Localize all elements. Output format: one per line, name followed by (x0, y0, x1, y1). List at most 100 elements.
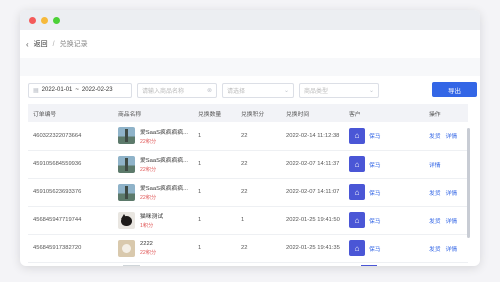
date-start: 2022-01-01 (41, 87, 73, 93)
product-type-placeholder: 商品类型 (304, 88, 329, 95)
col-customer[interactable]: 客户 (344, 104, 424, 122)
order-number: 460322322073664 (28, 122, 113, 151)
date-end: 2022-02-23 (81, 87, 113, 93)
product-cell: 爱SaaS疯疯疯疯... 22积分 (118, 155, 193, 173)
chevron-down-icon: ⌄ (368, 87, 374, 94)
details-button[interactable]: 详情 (429, 163, 441, 169)
exchange-records-table: 订单编号 商品名称 兑换数量 兑换积分 兑换时间 客户 操作 460322322… (28, 104, 468, 263)
zoom-dot[interactable] (53, 16, 60, 24)
product-name: 2222 (140, 240, 153, 247)
points: 22 (236, 150, 281, 179)
export-button[interactable]: 导出 (432, 82, 477, 97)
chevron-left-icon[interactable]: ‹ (26, 40, 29, 49)
customer-cell[interactable]: ⌂ 保马 (349, 212, 424, 228)
customer-name[interactable]: 保马 (369, 160, 381, 169)
product-cell: 爱SaaS疯疯疯疯... 22积分 (118, 183, 193, 201)
exchange-time: 2022-01-25 19:41:50 (281, 206, 344, 235)
window-titlebar (20, 10, 480, 30)
product-points: 22积分 (140, 249, 157, 256)
product-thumbnail (118, 211, 135, 229)
ship-button[interactable]: 发货 (429, 191, 441, 197)
product-name: 爱SaaS疯疯疯疯... (140, 129, 188, 136)
exchange-time: 2022-02-07 14:11:07 (281, 178, 344, 207)
quantity: 1 (193, 122, 236, 151)
col-time[interactable]: 兑换时间 (281, 104, 344, 122)
shopping-bag-icon: ⌂ (349, 212, 365, 228)
ship-button[interactable]: 发货 (429, 247, 441, 253)
shopping-bag-icon (361, 264, 377, 266)
back-link[interactable]: 返回 (34, 39, 48, 49)
shopping-bag-icon: ⌂ (349, 184, 365, 200)
date-separator: ~ (75, 87, 79, 93)
product-points: 1积分 (140, 223, 154, 229)
quantity: 1 (193, 150, 236, 179)
points: 22 (236, 178, 281, 207)
table-row: 456845917382720 2222 22积分 1 22 2022-01-2… (28, 234, 468, 263)
close-dot[interactable] (29, 16, 36, 24)
details-button[interactable]: 详情 (446, 134, 458, 140)
table-scrollbar[interactable] (467, 128, 470, 238)
details-button[interactable]: 详情 (446, 191, 458, 197)
chevron-down-icon: ⌄ (283, 87, 289, 94)
col-points[interactable]: 兑换积分 (236, 104, 281, 122)
product-name-input[interactable]: 请输入商品名称 ⊗ (137, 82, 217, 98)
col-order-number[interactable]: 订单编号 (28, 104, 113, 122)
product-points: 22积分 (140, 195, 157, 201)
partial-row (28, 263, 468, 266)
date-range-picker[interactable]: ▦ 2022-01-01 ~ 2022-02-23 (28, 82, 132, 98)
calendar-icon: ▦ (33, 87, 39, 94)
order-number: 459105684559936 (28, 150, 113, 179)
product-name-placeholder: 请输入商品名称 (142, 88, 185, 95)
col-quantity[interactable]: 兑换数量 (193, 104, 236, 122)
breadcrumb: ‹ 返回 / 兑换记录 (20, 30, 480, 58)
product-name: 猫咪测试 (140, 214, 164, 220)
shopping-bag-icon: ⌂ (349, 156, 365, 172)
product-type-select[interactable]: 商品类型 ⌄ (299, 82, 379, 98)
product-thumbnail (118, 155, 135, 173)
customer-name[interactable]: 保马 (369, 131, 381, 140)
product-name: 爱SaaS疯疯疯疯... (140, 186, 188, 192)
details-button[interactable]: 详情 (446, 219, 458, 225)
col-actions[interactable]: 操作 (424, 104, 468, 122)
product-name: 爱SaaS疯疯疯疯... (140, 158, 188, 164)
customer-name[interactable]: 保马 (369, 188, 381, 197)
filter-bar: ▦ 2022-01-01 ~ 2022-02-23 请输入商品名称 ⊗ 请选择 … (20, 76, 480, 104)
customer-cell[interactable]: ⌂ 保马 (349, 184, 424, 200)
exchange-time: 2022-02-07 14:11:37 (281, 150, 344, 179)
quantity: 1 (193, 234, 236, 263)
shopping-bag-icon: ⌂ (349, 127, 365, 144)
customer-name[interactable]: 保马 (369, 216, 381, 225)
ship-button[interactable]: 发货 (429, 219, 441, 225)
product-thumbnail (123, 264, 140, 266)
section-divider (20, 58, 480, 76)
channel-placeholder: 请选择 (227, 88, 246, 95)
shopping-bag-icon: ⌂ (349, 240, 365, 256)
customer-cell[interactable]: ⌂ 保马 (349, 156, 424, 172)
channel-select[interactable]: 请选择 ⌄ (222, 82, 294, 98)
customer-cell[interactable]: ⌂ 保马 (349, 127, 424, 144)
points: 1 (236, 206, 281, 235)
ship-button[interactable]: 发货 (429, 134, 441, 140)
customer-name[interactable]: 保马 (369, 244, 381, 253)
col-product-name[interactable]: 商品名称 (113, 104, 193, 122)
table-row: 456845947719744 猫咪测试 1积分 1 1 2022-01-25 … (28, 206, 468, 235)
order-number: 456845947719744 (28, 206, 113, 235)
details-button[interactable]: 详情 (446, 247, 458, 253)
product-thumbnail (118, 127, 135, 145)
product-points: 22积分 (140, 167, 157, 173)
exchange-time: 2022-01-25 19:41:35 (281, 234, 344, 263)
product-cell: 2222 22积分 (118, 239, 193, 257)
points: 22 (236, 122, 281, 151)
exchange-time: 2022-02-14 11:12:38 (281, 122, 344, 151)
order-number: 456845917382720 (28, 234, 113, 263)
product-cell: 猫咪测试 1积分 (118, 211, 193, 229)
quantity: 1 (193, 178, 236, 207)
product-thumbnail (118, 183, 135, 201)
table-row: 460322322073664 爱SaaS疯疯疯疯... 22积分 1 22 2… (28, 122, 468, 151)
table-row: 459105684559936 爱SaaS疯疯疯疯... 22积分 1 22 2… (28, 150, 468, 179)
order-number: 459105623693376 (28, 178, 113, 207)
page-title: 兑换记录 (59, 41, 88, 48)
table-header-row: 订单编号 商品名称 兑换数量 兑换积分 兑换时间 客户 操作 (28, 104, 468, 122)
customer-cell[interactable]: ⌂ 保马 (349, 240, 424, 256)
minimize-dot[interactable] (41, 16, 48, 24)
